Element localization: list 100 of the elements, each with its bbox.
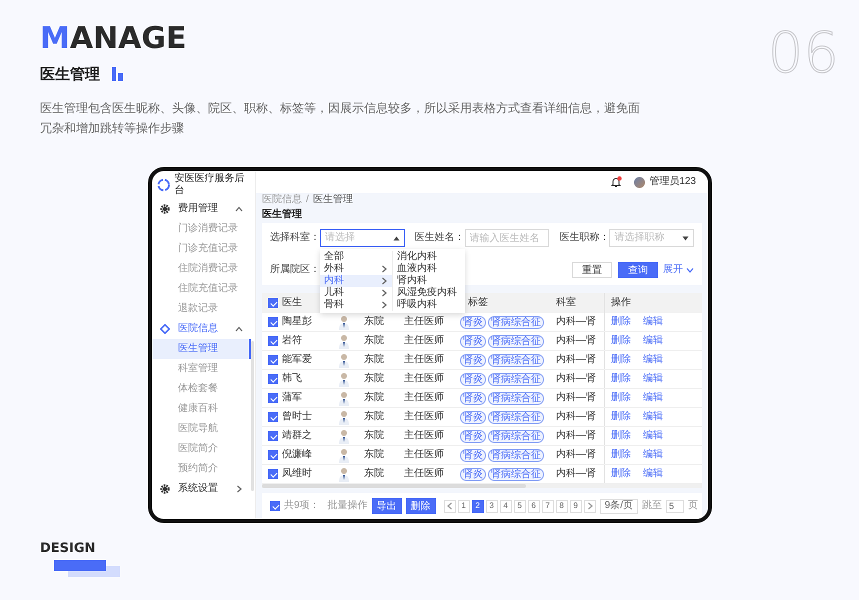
- page-suffix: 页: [688, 500, 698, 512]
- expand-link[interactable]: 展开: [663, 264, 694, 276]
- menu-option[interactable]: 风湿免疫内科: [393, 287, 465, 299]
- page-button[interactable]: 7: [542, 500, 554, 512]
- table-cell: 主任医师: [404, 354, 444, 366]
- menu-option[interactable]: 全部: [320, 251, 392, 263]
- page-button[interactable]: 9: [570, 500, 582, 512]
- column-header: 标签: [468, 297, 488, 309]
- sidebar-item[interactable]: 门诊消费记录: [152, 219, 251, 239]
- table-cell: 内科—肾: [556, 430, 596, 442]
- bell-icon[interactable]: [610, 176, 622, 188]
- page-button[interactable]: 5: [514, 500, 526, 512]
- page-button[interactable]: 3: [486, 500, 498, 512]
- checkbox[interactable]: [268, 336, 278, 346]
- sidebar-item[interactable]: 预约简介: [152, 459, 251, 479]
- next-page-button[interactable]: [584, 500, 596, 512]
- action-link[interactable]: 编辑: [643, 354, 663, 366]
- jump-label: 跳至: [642, 500, 662, 512]
- menu-option[interactable]: 呼吸内科: [393, 299, 465, 311]
- checkbox[interactable]: [268, 431, 278, 441]
- action-link[interactable]: 编辑: [643, 335, 663, 347]
- table-cell: 东院: [364, 449, 384, 461]
- action-link[interactable]: 删除: [611, 430, 631, 442]
- checkbox[interactable]: [268, 469, 278, 479]
- action-link[interactable]: 编辑: [643, 392, 663, 404]
- checkbox[interactable]: [268, 298, 278, 308]
- menu-option[interactable]: 内科: [320, 275, 392, 287]
- tag: 肾炎: [460, 316, 486, 328]
- page-button[interactable]: 6: [528, 500, 540, 512]
- checkbox[interactable]: [268, 450, 278, 460]
- sidebar-item[interactable]: 科室管理: [152, 359, 251, 379]
- sidebar-group[interactable]: 医院信息: [152, 319, 251, 339]
- sidebar-group[interactable]: 费用管理: [152, 199, 251, 219]
- sidebar-item[interactable]: 医院导航: [152, 419, 251, 439]
- chevron-right-icon[interactable]: [235, 485, 243, 493]
- sidebar-item[interactable]: 健康百科: [152, 399, 251, 419]
- sidebar-item[interactable]: 医院简介: [152, 439, 251, 459]
- prev-page-button[interactable]: [444, 500, 456, 512]
- user-avatar[interactable]: [634, 176, 646, 188]
- table-cell: 内科—肾: [556, 335, 596, 347]
- menu-option[interactable]: 消化内科: [393, 251, 465, 263]
- tag: 肾炎: [460, 410, 486, 424]
- batch-button[interactable]: 删除: [406, 498, 436, 514]
- sidebar-item[interactable]: 住院充值记录: [152, 279, 251, 299]
- chevron-up-icon[interactable]: [235, 205, 243, 213]
- menu-option[interactable]: 血液内科: [393, 263, 465, 275]
- page-input[interactable]: 5: [666, 500, 684, 512]
- menu-option[interactable]: 儿科: [320, 287, 392, 299]
- action-link[interactable]: 编辑: [643, 468, 663, 480]
- checkbox[interactable]: [270, 501, 280, 511]
- column-header: 科室: [556, 297, 576, 309]
- page-button[interactable]: 8: [556, 500, 568, 512]
- page-button[interactable]: 2: [472, 500, 484, 512]
- tag: 肾炎: [460, 372, 486, 386]
- menu-option[interactable]: 骨科: [320, 299, 392, 311]
- field-label: 医生姓名：: [414, 232, 465, 244]
- action-link[interactable]: 删除: [611, 335, 631, 347]
- chevron-down-icon: [686, 266, 694, 274]
- action-link[interactable]: 编辑: [643, 316, 663, 328]
- action-link[interactable]: 删除: [611, 373, 631, 385]
- action-link[interactable]: 删除: [611, 316, 631, 328]
- table-cell: 岩符: [282, 335, 302, 347]
- checkbox[interactable]: [268, 355, 278, 365]
- action-link[interactable]: 编辑: [643, 411, 663, 423]
- page-size-select[interactable]: 9条/页: [600, 498, 638, 514]
- user-name[interactable]: 管理员123: [649, 176, 696, 188]
- action-link[interactable]: 删除: [611, 449, 631, 461]
- reset-button[interactable]: 重置: [572, 262, 612, 278]
- checkbox[interactable]: [268, 412, 278, 422]
- menu-option[interactable]: 肾内科: [393, 275, 465, 287]
- table-cell: 主任医师: [404, 392, 444, 404]
- checkbox[interactable]: [268, 374, 278, 384]
- sidebar-item[interactable]: 住院消费记录: [152, 259, 251, 279]
- breadcrumb-link[interactable]: 医院信息: [262, 194, 302, 206]
- tag: 肾炎: [460, 430, 486, 442]
- query-button[interactable]: 查询: [618, 262, 658, 278]
- table-cell: 陶星彭: [282, 316, 312, 328]
- batch-button[interactable]: 导出: [372, 498, 402, 514]
- action-link[interactable]: 编辑: [643, 373, 663, 385]
- action-link[interactable]: 删除: [611, 411, 631, 423]
- action-link[interactable]: 删除: [611, 468, 631, 480]
- page-button[interactable]: 4: [500, 500, 512, 512]
- action-link[interactable]: 编辑: [643, 449, 663, 461]
- action-link[interactable]: 删除: [611, 354, 631, 366]
- logo-icon: [157, 178, 170, 192]
- action-link[interactable]: 删除: [611, 392, 631, 404]
- scrollbar[interactable]: [262, 484, 702, 488]
- menu-option[interactable]: 外科: [320, 263, 392, 275]
- chevron-up-icon[interactable]: [235, 325, 243, 333]
- input-field[interactable]: 请输入医生姓名: [464, 229, 550, 247]
- sidebar-item[interactable]: 退款记录: [152, 299, 251, 319]
- sidebar-item[interactable]: 医生管理: [152, 339, 251, 359]
- tag: 肾病综合征: [488, 448, 544, 462]
- checkbox[interactable]: [268, 393, 278, 403]
- checkbox[interactable]: [268, 317, 278, 327]
- sidebar-group[interactable]: 系统设置: [152, 479, 251, 499]
- page-button[interactable]: 1: [458, 500, 470, 512]
- action-link[interactable]: 编辑: [643, 430, 663, 442]
- sidebar-item[interactable]: 体检套餐: [152, 379, 251, 399]
- sidebar-item[interactable]: 门诊充值记录: [152, 239, 251, 259]
